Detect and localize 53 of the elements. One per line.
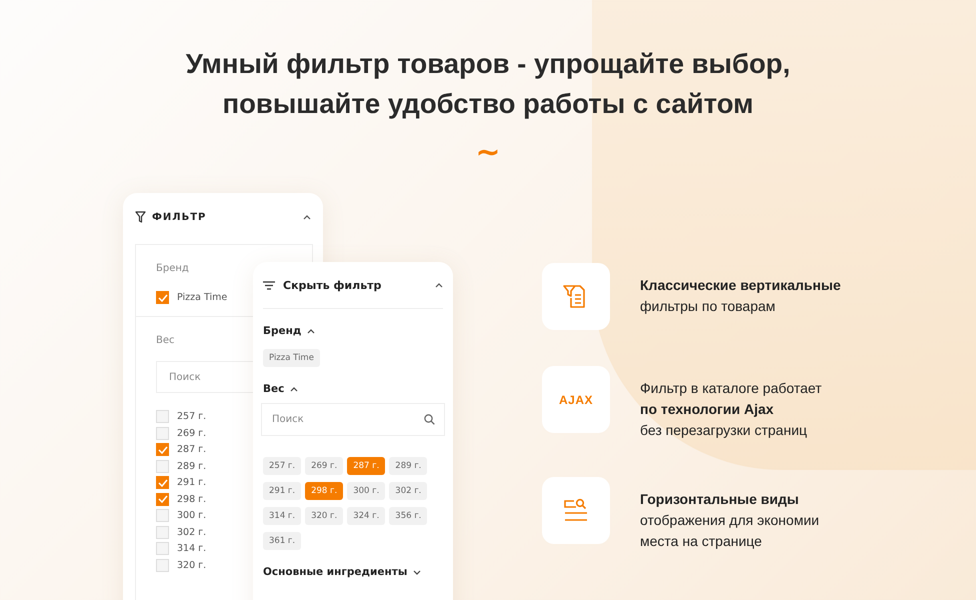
section-label: Вес [156, 335, 176, 346]
filter-lines-icon [263, 280, 275, 290]
checkbox[interactable] [156, 492, 169, 506]
checkbox[interactable] [156, 291, 169, 304]
hide-filter-label[interactable]: Скрыть фильтр [283, 278, 382, 292]
filter-chip[interactable]: 287 г. [347, 457, 386, 475]
filter-chip[interactable]: 356 г. [389, 507, 428, 525]
filter-chip[interactable]: 298 г. [305, 482, 344, 500]
filter-chip[interactable]: 324 г. [347, 507, 386, 525]
caret-icon[interactable] [303, 214, 311, 220]
filter-chip[interactable]: 314 г. [263, 507, 302, 525]
checkbox-label: 289 г. [177, 460, 206, 472]
funnel-icon [135, 211, 146, 223]
checkbox-label: 300 г. [177, 510, 206, 521]
checkbox-label: 257 г. [177, 411, 206, 422]
filter-chip[interactable]: 302 г. [389, 482, 428, 500]
section-label[interactable]: Основные ингредиенты [263, 566, 408, 578]
page-title: Умный фильтр товаров - упрощайте выбор, повышайте удобство работы с сайтом [184, 47, 792, 121]
filter-chip[interactable]: Pizza Time [263, 349, 320, 367]
checkbox-label: 287 г. [177, 444, 206, 455]
caret-icon[interactable] [413, 570, 422, 574]
filter-chip[interactable]: 269 г. [305, 457, 344, 475]
checkbox-label: 269 г. [177, 428, 206, 438]
caret-icon[interactable] [307, 328, 316, 334]
checkbox[interactable] [156, 443, 169, 456]
checkbox-label: 320 г. [177, 560, 206, 570]
search-icon [424, 414, 435, 425]
checkbox-label: 302 г. [177, 526, 206, 538]
filter-chip[interactable]: 300 г. [347, 482, 386, 500]
ajax-logo: AJAX [558, 392, 593, 406]
checkbox-label: 298 г. [177, 494, 206, 504]
feature-description: Горизонтальные виды отображения для экономии места на странице [640, 490, 820, 551]
caret-icon[interactable] [435, 282, 443, 288]
checkbox-label: 314 г. [177, 543, 206, 554]
checkbox[interactable] [156, 476, 169, 489]
checkbox-label: Pizza Time [177, 292, 228, 303]
feature-description: Фильтр в каталоге работает по технологии Ajax без перезагрузки страниц [640, 379, 822, 440]
checkbox-label: 291 г. [177, 477, 206, 488]
filter-chip[interactable]: 320 г. [305, 507, 344, 525]
section-label[interactable]: Вес [263, 383, 284, 395]
filter-title: ФИЛЬТР [152, 212, 206, 222]
filter-chip[interactable]: 291 г. [263, 482, 302, 500]
tilde-ornament: ~ [474, 140, 502, 166]
search-list-icon [562, 498, 590, 524]
search-field[interactable]: Поиск [261, 403, 445, 436]
feature-description: Классические вертикальные фильтры по товарам [640, 276, 841, 316]
filter-chip[interactable]: 289 г. [389, 457, 428, 475]
search-field[interactable]: Поиск [156, 361, 253, 393]
filter-chip[interactable]: 361 г. [263, 532, 302, 550]
section-label[interactable]: Бренд [263, 325, 302, 337]
section-label: Бренд [156, 263, 190, 274]
caret-icon[interactable] [290, 386, 298, 392]
filter-chip[interactable]: 257 г. [263, 457, 302, 475]
